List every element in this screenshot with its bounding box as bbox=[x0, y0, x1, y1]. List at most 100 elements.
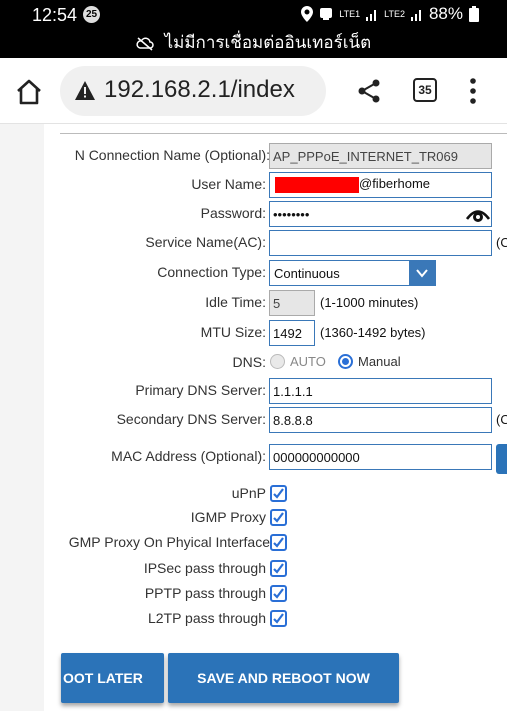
idle-time-input[interactable]: 5 bbox=[269, 290, 315, 316]
divider bbox=[60, 133, 507, 134]
igmp-proxy-row: IGMP Proxy bbox=[0, 505, 507, 531]
url-text[interactable]: 192.168.2.1/index bbox=[104, 76, 295, 104]
service-name-hint: (O bbox=[496, 235, 507, 250]
reboot-later-button[interactable]: OOT LATER bbox=[61, 653, 164, 703]
mtu-size-label: MTU Size: bbox=[200, 324, 266, 340]
password-row: Password: •••••••• bbox=[0, 201, 507, 227]
offline-banner: ไม่มีการเชื่อมต่ออินเทอร์เน็ต bbox=[0, 30, 507, 58]
user-name-input[interactable]: @fiberhome bbox=[269, 172, 492, 198]
dns-manual-label: Manual bbox=[358, 354, 401, 369]
mtu-size-input[interactable]: 1492 bbox=[269, 320, 315, 346]
dns-row: DNS: AUTO Manual bbox=[0, 350, 507, 376]
l2tp-checkbox[interactable] bbox=[270, 610, 287, 627]
battery-percent: 88% bbox=[428, 4, 463, 23]
mtu-size-hint: (1360-1492 bytes) bbox=[320, 325, 426, 340]
offline-cloud-icon bbox=[136, 36, 154, 51]
mac-address-input[interactable]: 000000000000 bbox=[269, 444, 492, 470]
share-icon[interactable] bbox=[356, 78, 382, 104]
warning-icon[interactable] bbox=[74, 80, 96, 102]
network-1-label: LTE1 bbox=[339, 8, 361, 19]
connection-type-row: Connection Type: Continuous bbox=[0, 260, 507, 286]
signal-2-icon bbox=[410, 10, 421, 21]
dns-label: DNS: bbox=[232, 354, 266, 370]
notification-count-badge: 25 bbox=[83, 6, 100, 23]
igmp-phy-row: GMP Proxy On Phyical Interface bbox=[0, 530, 507, 556]
connection-name-input[interactable]: AP_PPPoE_INTERNET_TR069 bbox=[269, 143, 492, 169]
primary-dns-row: Primary DNS Server: 1.1.1.1 bbox=[0, 378, 507, 404]
browser-toolbar: 192.168.2.1/index 35 bbox=[0, 58, 507, 124]
home-icon[interactable] bbox=[14, 77, 44, 107]
service-name-label: Service Name(AC): bbox=[145, 234, 266, 250]
more-menu-icon[interactable] bbox=[468, 77, 478, 105]
secondary-dns-label: Secondary DNS Server: bbox=[116, 411, 266, 427]
secondary-dns-input[interactable]: 8.8.8.8 bbox=[269, 407, 492, 433]
connection-type-label: Connection Type: bbox=[157, 264, 266, 280]
connection-name-row: N Connection Name (Optional): AP_PPPoE_I… bbox=[0, 143, 507, 169]
connection-name-label: N Connection Name (Optional): bbox=[74, 147, 270, 163]
dns-auto-label: AUTO bbox=[290, 354, 326, 369]
mtu-size-row: MTU Size: 1492 (1360-1492 bytes) bbox=[0, 320, 507, 346]
network-2-label: LTE2 bbox=[384, 8, 405, 19]
user-name-label: User Name: bbox=[191, 176, 266, 192]
user-name-suffix: @fiberhome bbox=[359, 176, 431, 191]
user-name-row: User Name: @fiberhome bbox=[0, 172, 507, 198]
l2tp-row: L2TP pass through bbox=[0, 606, 507, 632]
secondary-dns-row: Secondary DNS Server: 8.8.8.8 (O bbox=[0, 407, 507, 433]
igmp-phy-label: GMP Proxy On Phyical Interface bbox=[68, 534, 270, 550]
igmp-proxy-label: IGMP Proxy bbox=[190, 509, 266, 525]
primary-dns-input[interactable]: 1.1.1.1 bbox=[269, 378, 492, 404]
check-icon bbox=[273, 488, 284, 499]
dns-auto-option[interactable]: AUTO bbox=[270, 354, 326, 369]
status-time: 12:54 bbox=[32, 5, 78, 25]
status-bar: 12:54 25 LTE1 LTE2 88% bbox=[0, 0, 507, 30]
upnp-checkbox[interactable] bbox=[270, 485, 287, 502]
redaction-block bbox=[275, 176, 359, 193]
l2tp-label: L2TP pass through bbox=[147, 610, 266, 626]
check-icon bbox=[273, 537, 284, 548]
tabs-count-button[interactable]: 35 bbox=[413, 78, 437, 102]
ipsec-label: IPSec pass through bbox=[143, 560, 266, 576]
save-and-reboot-now-button[interactable]: SAVE AND REBOOT NOW bbox=[168, 653, 399, 703]
check-icon bbox=[273, 563, 284, 574]
igmp-phy-checkbox[interactable] bbox=[270, 534, 287, 551]
notification-icon bbox=[320, 8, 333, 20]
mac-address-label: MAC Address (Optional): bbox=[111, 448, 266, 464]
idle-time-hint: (1-1000 minutes) bbox=[320, 295, 419, 310]
password-label: Password: bbox=[200, 205, 266, 221]
ipsec-checkbox[interactable] bbox=[270, 560, 287, 577]
ipsec-row: IPSec pass through bbox=[0, 556, 507, 582]
connection-type-value: Continuous bbox=[274, 266, 340, 281]
chevron-down-icon bbox=[416, 269, 428, 278]
check-icon bbox=[273, 613, 284, 624]
check-icon bbox=[273, 512, 284, 523]
location-icon bbox=[301, 6, 314, 22]
connection-type-select[interactable]: Continuous bbox=[269, 260, 436, 286]
pptp-label: PPTP pass through bbox=[144, 585, 266, 601]
address-bar[interactable]: 192.168.2.1/index bbox=[60, 66, 326, 116]
service-name-row: Service Name(AC): (O bbox=[0, 230, 507, 256]
mac-address-row: MAC Address (Optional): 000000000000 bbox=[0, 444, 507, 474]
dns-auto-radio[interactable] bbox=[270, 354, 285, 369]
pptp-row: PPTP pass through bbox=[0, 581, 507, 607]
upnp-row: uPnP bbox=[0, 481, 507, 507]
select-arrow[interactable] bbox=[409, 261, 435, 285]
idle-time-row: Idle Time: 5 (1-1000 minutes) bbox=[0, 290, 507, 316]
secondary-dns-hint: (O bbox=[496, 412, 507, 427]
dns-manual-radio[interactable] bbox=[338, 354, 353, 369]
offline-message: ไม่มีการเชื่อมต่ออินเทอร์เน็ต bbox=[164, 33, 372, 52]
idle-time-label: Idle Time: bbox=[205, 294, 266, 310]
signal-1-icon bbox=[366, 10, 377, 21]
page-content: N Connection Name (Optional): AP_PPPoE_I… bbox=[0, 124, 507, 711]
pptp-checkbox[interactable] bbox=[270, 585, 287, 602]
primary-dns-label: Primary DNS Server: bbox=[135, 382, 266, 398]
service-name-input[interactable] bbox=[269, 230, 492, 256]
battery-icon bbox=[469, 6, 479, 22]
check-icon bbox=[273, 588, 284, 599]
status-indicators: LTE1 LTE2 88% bbox=[301, 4, 479, 24]
dns-manual-option[interactable]: Manual bbox=[338, 354, 401, 369]
password-input[interactable]: •••••••• bbox=[269, 201, 492, 227]
igmp-proxy-checkbox[interactable] bbox=[270, 509, 287, 526]
upnp-label: uPnP bbox=[231, 485, 266, 501]
show-password-eye-icon[interactable] bbox=[466, 206, 490, 224]
mac-clone-button[interactable] bbox=[496, 444, 507, 474]
